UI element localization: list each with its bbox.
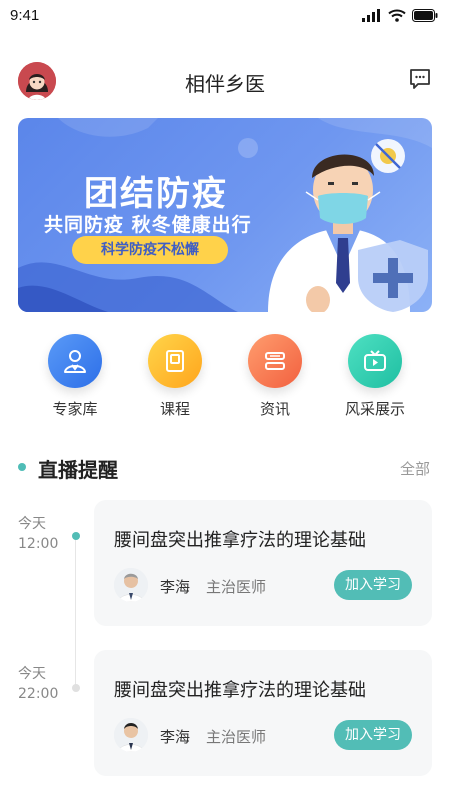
- category-expert-label: 专家库: [52, 400, 98, 418]
- promo-banner[interactable]: 团结防疫 共同防疫 秋冬健康出行 科学防疫不松懈: [18, 118, 432, 312]
- live-day: 今天: [18, 516, 46, 532]
- doctor-illustration-icon: [268, 139, 428, 312]
- live-card-title: 腰间盘突出推拿疗法的理论基础: [114, 680, 366, 701]
- page-title: 相伴乡医: [185, 72, 265, 96]
- doctor-role: 主治医师: [206, 728, 267, 746]
- live-card[interactable]: 腰间盘突出推拿疗法的理论基础 李海 主治医师 加入学习: [94, 650, 432, 776]
- doctor-role: 主治医师: [206, 578, 267, 596]
- tv-icon: [364, 350, 386, 371]
- doctor-name: 李海: [160, 728, 191, 746]
- category-news-label: 资讯: [259, 400, 290, 418]
- live-day: 今天: [18, 666, 46, 682]
- category-nav: 专家库 课程 资讯 风采展示: [0, 334, 450, 424]
- live-item-time: 今天 22:00: [18, 664, 58, 704]
- signal-icon: [362, 9, 380, 22]
- timeline-line: [75, 536, 76, 688]
- live-item-time: 今天 12:00: [18, 514, 58, 554]
- course-book-icon: [166, 350, 184, 372]
- category-expert[interactable]: 专家库: [25, 334, 125, 419]
- category-course[interactable]: 课程: [125, 334, 225, 419]
- timeline-dot-active: [72, 532, 80, 540]
- live-section-header: 直播提醒 全部: [0, 452, 450, 484]
- banner-title: 团结防疫: [84, 174, 228, 214]
- message-icon[interactable]: [408, 67, 432, 91]
- live-clock: 12:00: [18, 536, 59, 552]
- join-study-button[interactable]: 加入学习: [334, 570, 412, 600]
- doctor-name: 李海: [160, 578, 191, 596]
- category-showcase-circle: [348, 334, 402, 388]
- doctor-avatar: [114, 718, 148, 752]
- live-clock: 22:00: [18, 686, 59, 702]
- join-study-button[interactable]: 加入学习: [334, 720, 412, 750]
- doctor-photo-icon: [114, 718, 148, 752]
- category-news[interactable]: 资讯: [225, 334, 325, 419]
- news-icon: [265, 352, 285, 370]
- section-dot: [18, 463, 26, 471]
- status-bar: 9:41: [0, 0, 450, 34]
- category-course-label: 课程: [159, 400, 190, 418]
- status-time: 9:41: [10, 7, 40, 24]
- live-card[interactable]: 腰间盘突出推拿疗法的理论基础 李海 主治医师 加入学习: [94, 500, 432, 626]
- battery-icon: [412, 9, 438, 22]
- category-course-circle: [148, 334, 202, 388]
- category-expert-circle: [48, 334, 102, 388]
- timeline-dot: [72, 684, 80, 692]
- expert-icon: [64, 350, 86, 373]
- doctor-photo-icon: [114, 568, 148, 602]
- banner-subtitle: 共同防疫 秋冬健康出行: [44, 214, 252, 236]
- category-news-circle: [248, 334, 302, 388]
- category-showcase-label: 风采展示: [344, 400, 405, 418]
- view-all-link[interactable]: 全部: [400, 458, 430, 479]
- wifi-icon: [388, 9, 406, 22]
- category-showcase[interactable]: 风采展示: [325, 334, 425, 419]
- app-header: 相伴乡医: [0, 58, 450, 102]
- status-icons: [362, 9, 438, 22]
- section-title: 直播提醒: [38, 458, 118, 482]
- banner-pill: 科学防疫不松懈: [72, 236, 228, 264]
- live-card-title: 腰间盘突出推拿疗法的理论基础: [114, 530, 366, 551]
- doctor-avatar: [114, 568, 148, 602]
